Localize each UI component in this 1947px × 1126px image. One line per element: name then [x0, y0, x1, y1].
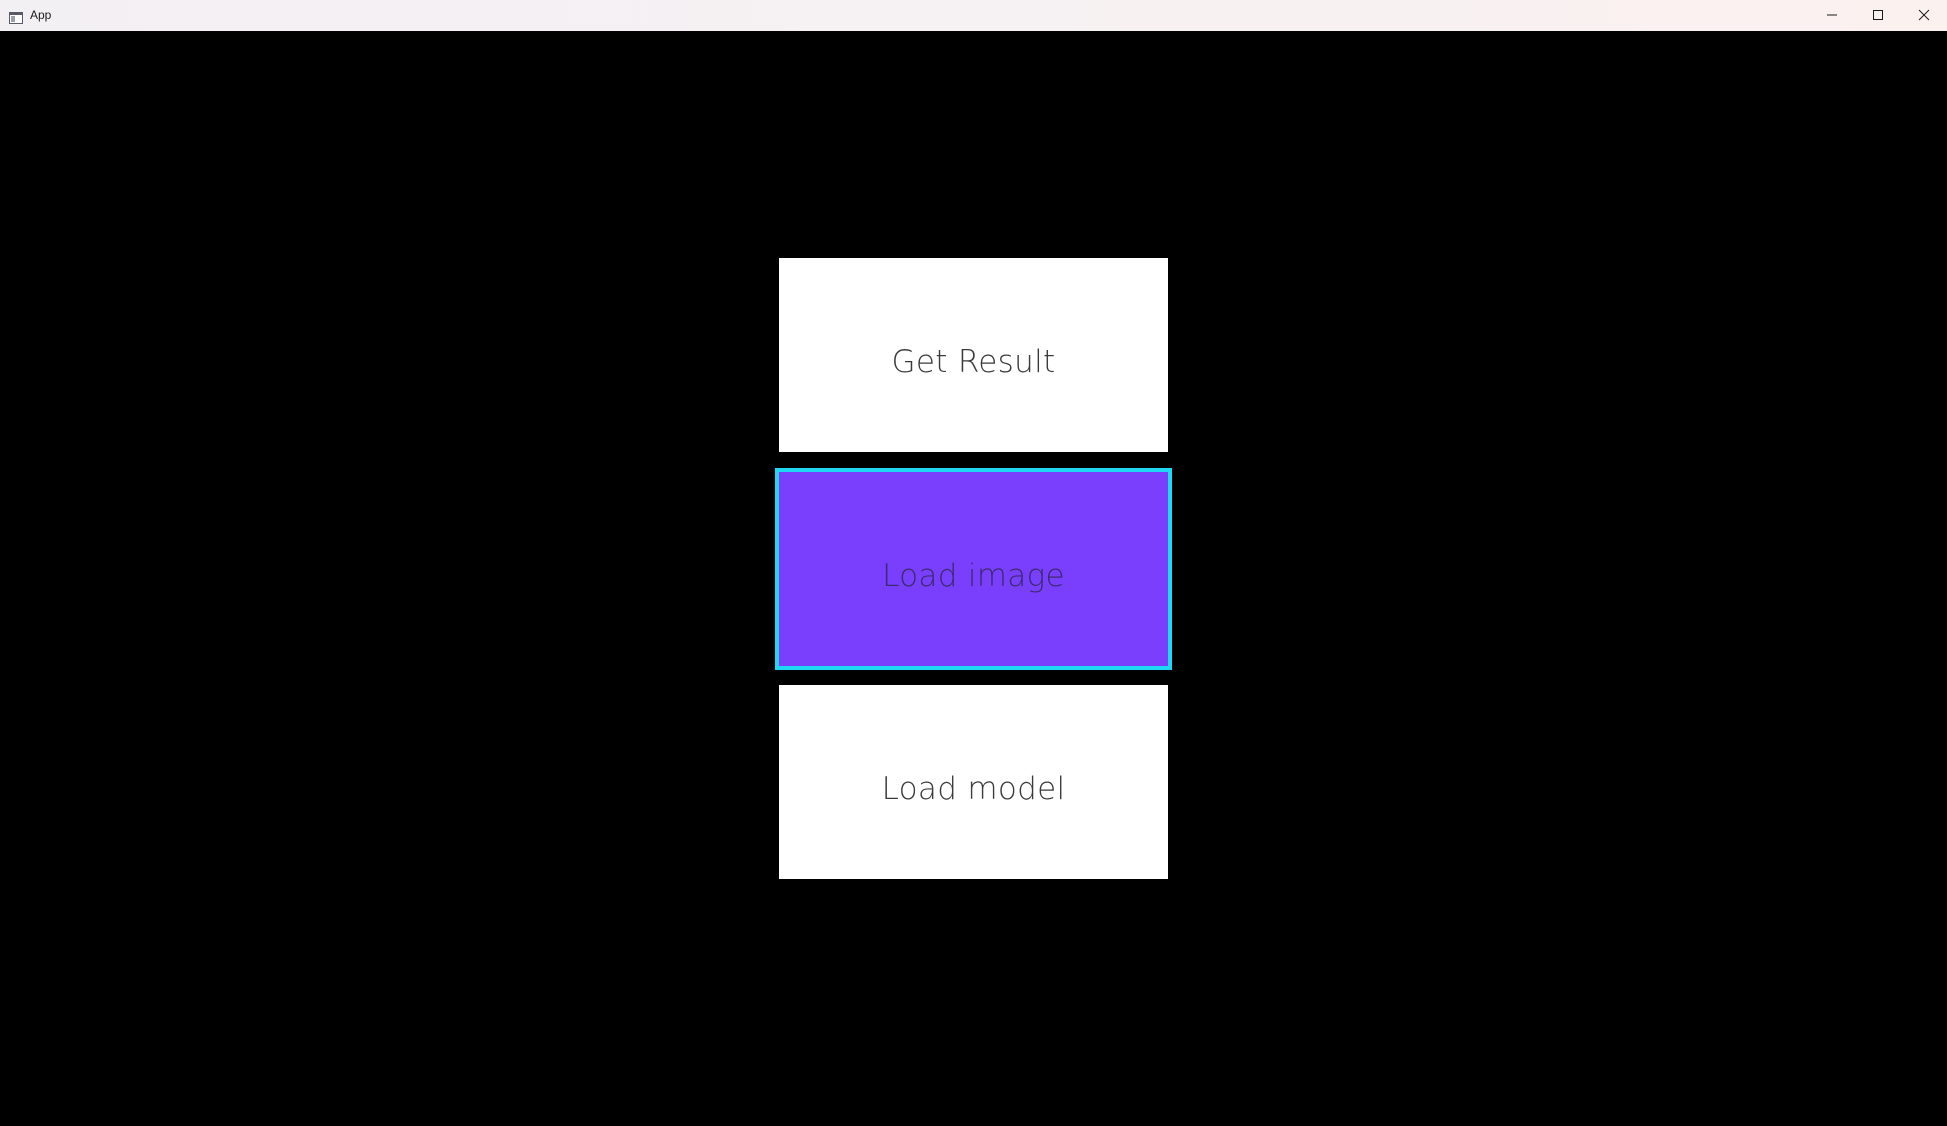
minimize-button[interactable] — [1809, 0, 1855, 31]
load-model-button[interactable]: Load model — [779, 685, 1168, 879]
title-bar[interactable]: App — [0, 0, 1947, 31]
get-result-button[interactable]: Get Result — [779, 258, 1168, 452]
main-content: Get Result Load image Load model — [0, 31, 1947, 1126]
load-model-label: Load model — [881, 771, 1066, 807]
get-result-label: Get Result — [891, 344, 1056, 380]
app-window-icon — [9, 9, 23, 24]
load-image-label: Load image — [882, 558, 1065, 594]
load-image-button[interactable]: Load image — [775, 468, 1172, 670]
app-window: App Get Result Load image Load model — [0, 0, 1947, 1126]
close-icon — [1918, 6, 1930, 25]
close-button[interactable] — [1901, 0, 1947, 31]
window-title: App — [30, 8, 52, 22]
maximize-button[interactable] — [1855, 0, 1901, 31]
minimize-icon — [1826, 6, 1838, 25]
maximize-icon — [1872, 6, 1884, 25]
